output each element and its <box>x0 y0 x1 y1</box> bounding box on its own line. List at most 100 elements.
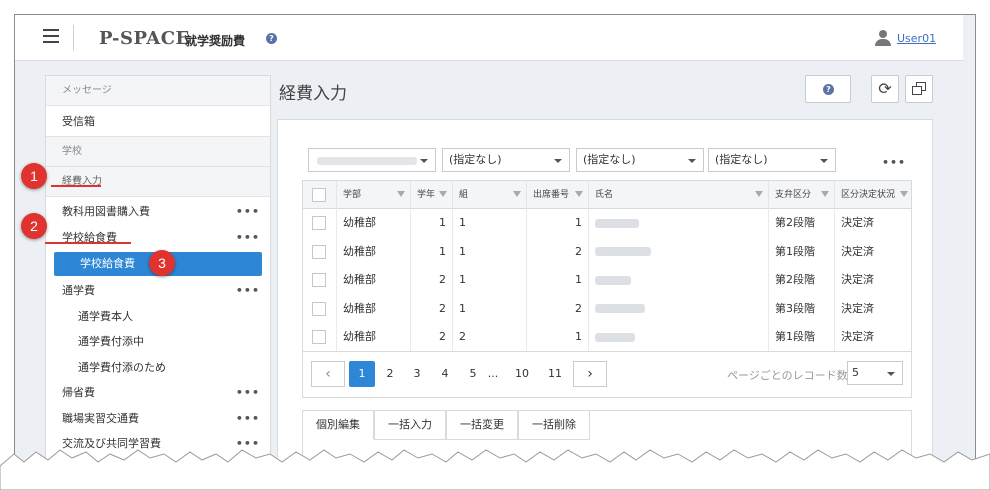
pager: ‹ 1 2 3 4 5 ... 10 11 › ページごとのレコード数 5 <box>302 352 912 398</box>
filter-select-1[interactable]: (指定なし) <box>442 148 570 172</box>
page-number[interactable]: 10 <box>509 361 535 387</box>
cell-dept: 幼稚部 <box>337 294 411 324</box>
table-row[interactable]: 幼稚部 2 2 1 第1段階 決定済 <box>303 323 911 351</box>
row-checkbox[interactable] <box>312 301 326 316</box>
next-page-button[interactable]: › <box>573 361 607 387</box>
cell-class: 1 <box>453 209 527 238</box>
cell-name <box>589 294 769 324</box>
column-header-dept[interactable]: 学部 <box>337 181 411 209</box>
filter-icon[interactable] <box>439 191 447 197</box>
sidebar-item-commute-self[interactable]: 通学費本人 <box>46 304 270 330</box>
cell-grade: 1 <box>411 209 453 238</box>
more-icon[interactable]: ••• <box>236 199 260 225</box>
column-header-attendance-number[interactable]: 出席番号 <box>527 181 589 209</box>
cell-attendance-number: 1 <box>527 323 589 351</box>
sidebar-item-workplace-training[interactable]: 職場実習交通費 ••• <box>46 406 270 432</box>
tab-individual-edit[interactable]: 個別編集 <box>302 410 374 440</box>
page-number[interactable]: 4 <box>432 361 458 387</box>
filter-icon[interactable] <box>397 191 405 197</box>
chevron-down-icon <box>554 159 562 163</box>
sidebar-item-commute[interactable]: 通学費 ••• <box>46 278 270 304</box>
row-checkbox[interactable] <box>312 330 326 345</box>
table-row[interactable]: 幼稚部 1 1 1 第2段階 決定済 <box>303 209 911 238</box>
tab-bulk-delete[interactable]: 一括削除 <box>518 410 590 440</box>
row-checkbox[interactable] <box>312 244 326 259</box>
table-row[interactable]: 幼稚部 2 1 2 第3段階 決定済 <box>303 294 911 324</box>
column-header-class[interactable]: 組 <box>453 181 527 209</box>
callout-marker-3: 3 <box>149 250 175 276</box>
sidebar-item-label: 教科用図書購入費 <box>62 205 150 218</box>
table-row[interactable]: 幼稚部 1 1 2 第1段階 決定済 <box>303 237 911 267</box>
sidebar-item-school-lunch[interactable]: 学校給食費 ••• <box>46 225 270 251</box>
page-number[interactable]: 2 <box>377 361 403 387</box>
cell-dept: 幼稚部 <box>337 323 411 351</box>
chevron-down-icon <box>820 159 828 163</box>
chevron-down-icon <box>688 159 696 163</box>
brand-logo: P-SPACE <box>99 28 190 49</box>
cell-dept: 幼稚部 <box>337 266 411 295</box>
more-icon[interactable]: ••• <box>882 156 906 169</box>
user-link[interactable]: User01 <box>897 32 936 45</box>
tab-bulk-input[interactable]: 一括入力 <box>374 410 446 440</box>
refresh-button[interactable]: ⟳ <box>871 75 899 103</box>
filter-icon[interactable] <box>755 191 763 197</box>
column-header-name[interactable]: 氏名 <box>589 181 769 209</box>
school-select[interactable] <box>308 148 436 172</box>
window-frame: P-SPACE 就学奨励費 ? User01 メッセージ 受信箱 学校 経費入力… <box>14 14 976 476</box>
help-button[interactable]: ? <box>805 75 851 103</box>
sidebar-item-commute-escort-for[interactable]: 通学費付添のため <box>46 355 270 381</box>
cell-attendance-number: 2 <box>527 294 589 324</box>
help-icon[interactable]: ? <box>266 33 277 44</box>
cell-class: 1 <box>453 294 527 324</box>
sidebar-item-label: 帰省費 <box>62 386 95 399</box>
sidebar-item-commute-escort[interactable]: 通学費付添中 <box>46 329 270 355</box>
filter-select-2[interactable]: (指定なし) <box>576 148 704 172</box>
filter-icon[interactable] <box>900 191 908 197</box>
table-row[interactable]: 幼稚部 2 1 1 第2段階 決定済 <box>303 266 911 295</box>
cell-tier: 第1段階 <box>769 237 835 267</box>
filter-icon[interactable] <box>821 191 829 197</box>
row-checkbox[interactable] <box>312 273 326 288</box>
user-icon <box>875 30 891 46</box>
sidebar-item-inbox[interactable]: 受信箱 <box>46 106 270 137</box>
filter-select-3[interactable]: (指定なし) <box>708 148 836 172</box>
callout-underline-1 <box>51 185 101 187</box>
sidebar-item-textbook[interactable]: 教科用図書購入費 ••• <box>46 199 270 225</box>
prev-page-button[interactable]: ‹ <box>311 361 345 387</box>
content-panel: (指定なし) (指定なし) (指定なし) ••• 学部 学年 組 出席番号 氏名… <box>277 119 933 475</box>
restore-window-button[interactable] <box>905 75 933 103</box>
help-icon: ? <box>823 84 834 95</box>
app: P-SPACE 就学奨励費 ? User01 メッセージ 受信箱 学校 経費入力… <box>15 15 963 475</box>
column-header-status[interactable]: 区分決定状況 <box>835 181 911 209</box>
callout-marker-1: 1 <box>21 163 47 189</box>
cell-status: 決定済 <box>841 244 874 258</box>
row-checkbox[interactable] <box>312 216 326 230</box>
column-header-tier[interactable]: 支弁区分 <box>769 181 835 209</box>
sidebar-item-homecoming[interactable]: 帰省費 ••• <box>46 380 270 406</box>
more-icon[interactable]: ••• <box>236 406 260 432</box>
column-header-grade[interactable]: 学年 <box>411 181 453 209</box>
page-number[interactable]: 1 <box>349 361 375 387</box>
filter-icon[interactable] <box>575 191 583 197</box>
refresh-icon: ⟳ <box>878 79 892 98</box>
per-page-select[interactable]: 5 <box>847 361 903 385</box>
cell-status: 決定済 <box>841 301 874 315</box>
callout-underline-2 <box>45 242 131 244</box>
sidebar-item-label: 通学費 <box>62 284 95 297</box>
per-page-label: ページごとのレコード数 <box>727 369 848 382</box>
callout-marker-2: 2 <box>21 213 47 239</box>
cell-tier: 第1段階 <box>769 323 835 351</box>
restore-icon <box>912 86 922 95</box>
sidebar-item-expense-input[interactable]: 経費入力 <box>46 167 270 197</box>
more-icon[interactable]: ••• <box>236 380 260 406</box>
tab-bulk-change[interactable]: 一括変更 <box>446 410 518 440</box>
cell-tier: 第3段階 <box>769 294 835 324</box>
page-number[interactable]: 11 <box>542 361 568 387</box>
select-all-checkbox[interactable] <box>312 188 326 202</box>
filter-icon[interactable] <box>513 191 521 197</box>
cell-grade: 2 <box>411 294 453 324</box>
page-number[interactable]: 3 <box>404 361 430 387</box>
menu-icon[interactable] <box>43 29 59 43</box>
more-icon[interactable]: ••• <box>236 278 260 304</box>
more-icon[interactable]: ••• <box>236 225 260 251</box>
